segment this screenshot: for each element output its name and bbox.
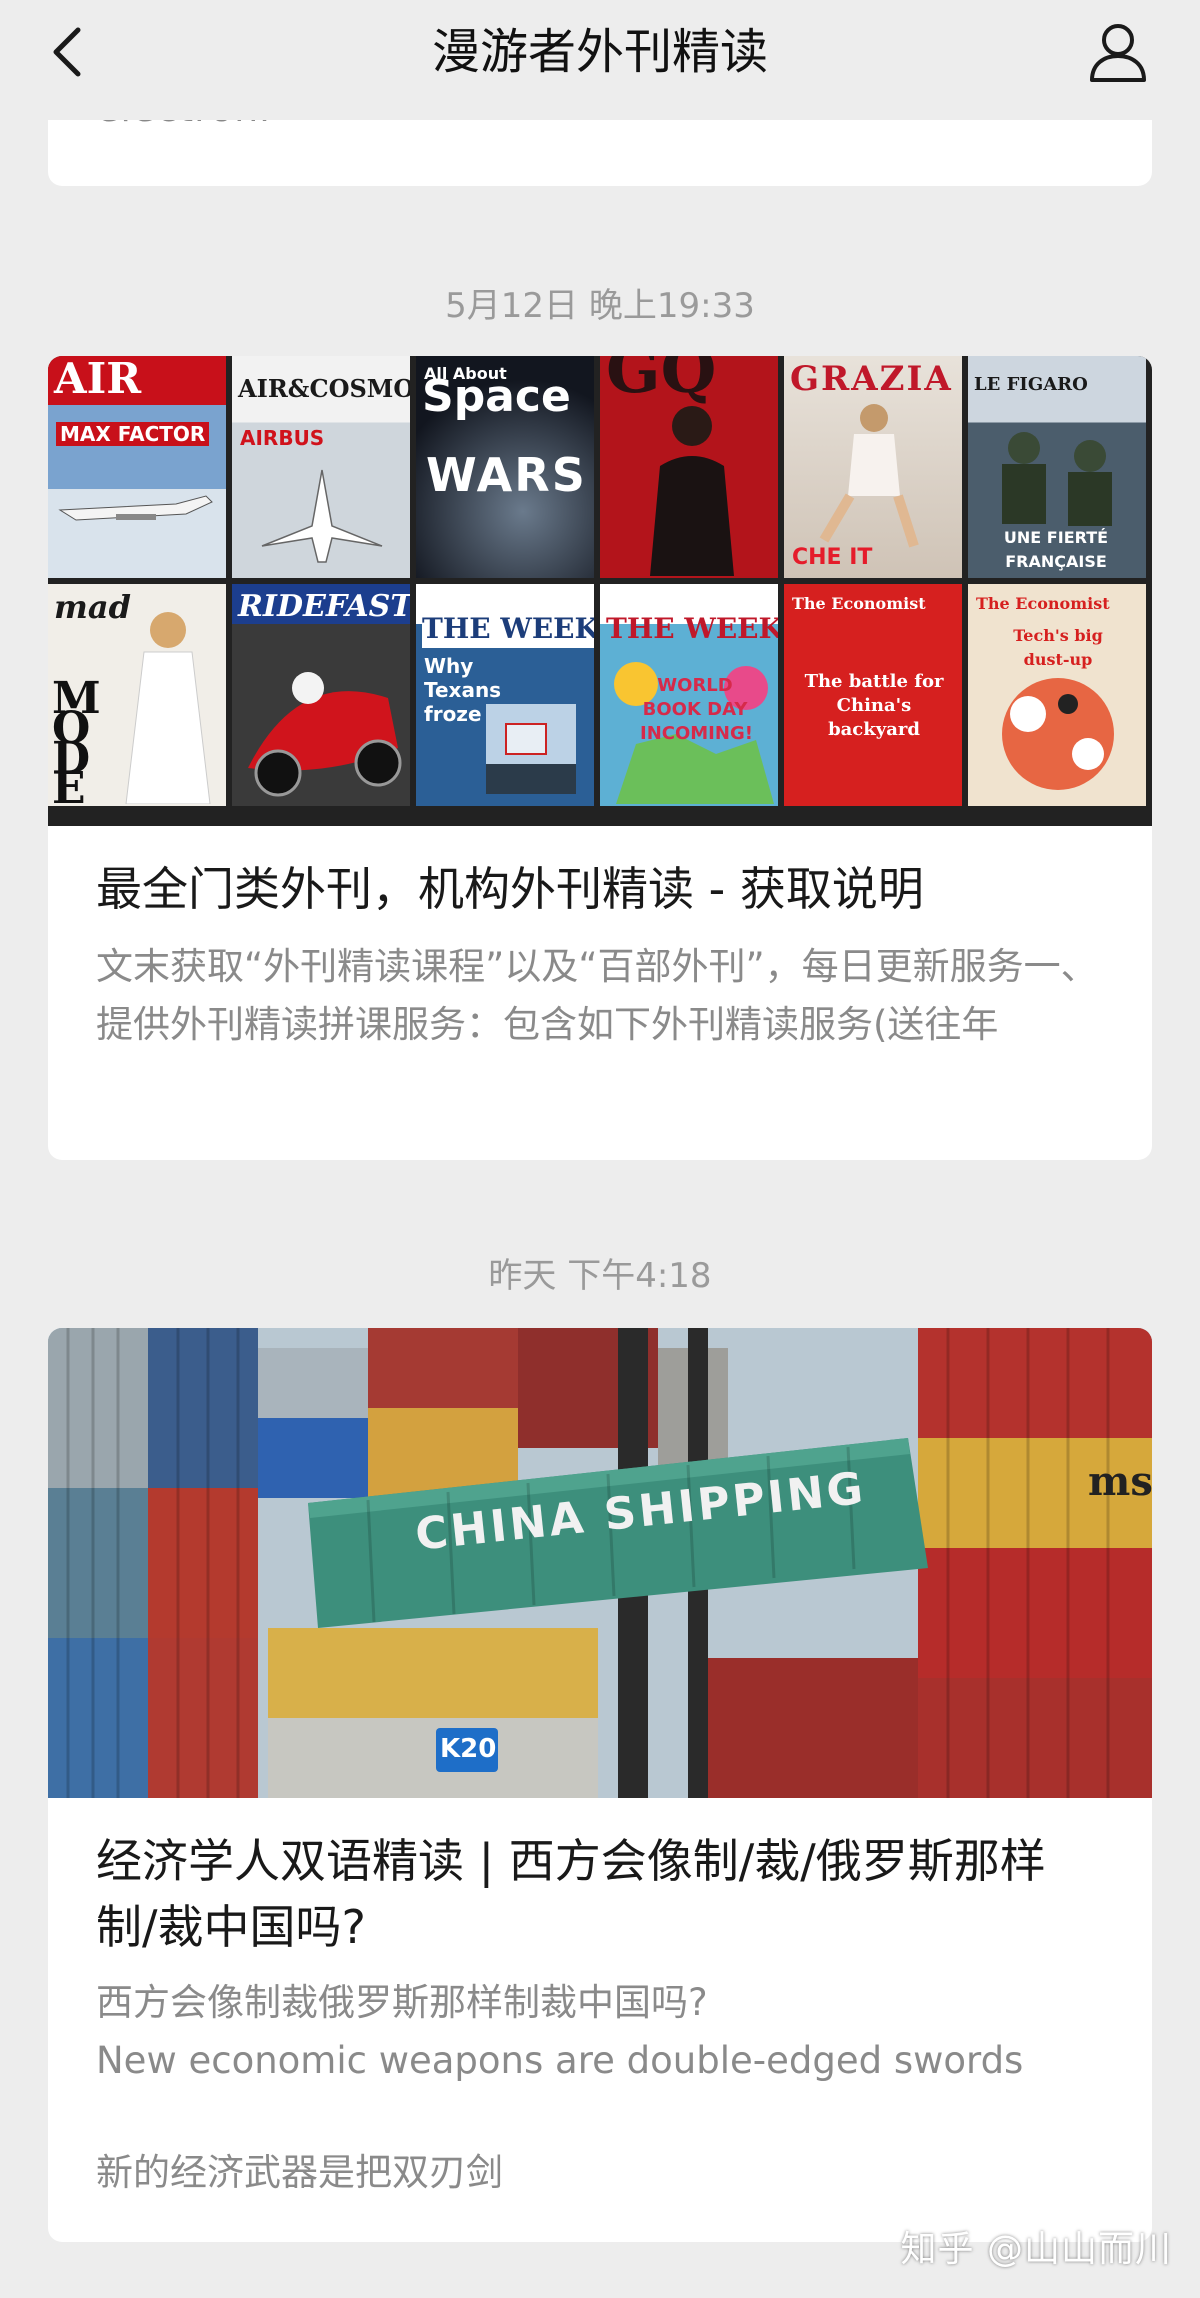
magazine-cover: AIR&COSMOS AIRBUS: [232, 356, 410, 578]
magazine-cover: THE WEEK Why Texans froze: [416, 584, 594, 806]
container-brand: msc: [1088, 1458, 1152, 1505]
article-description-line: 新的经济武器是把双刃剑: [96, 2151, 503, 2194]
magazine-cover: GRAZIA CHE IT: [784, 356, 962, 578]
magazine-cover: LE FIGARO UNE FIERTÉ FRANÇAISE: [968, 356, 1146, 578]
article-card[interactable]: CHINA SHIPPING K20 msc 经济学人双语精读 | 西方会像制/…: [48, 1328, 1152, 2242]
container-tag: K20: [440, 1734, 497, 1764]
article-list-page: 漫游者外刊精读 electroni 5月12日 晚上19:33 AIR MAX …: [0, 0, 1200, 2298]
article-description-line: 西方会像制裁俄罗斯那样制裁中国吗?: [96, 1981, 708, 2024]
magazine-cover: RIDEFAST: [232, 584, 410, 806]
magazine-cover: All About Space WARS: [416, 356, 594, 578]
magazine-cover: The Economist Tech's big dust-up: [968, 584, 1146, 806]
article-description: 文末获取“外刊精读课程”以及“百部外刊”，每日更新服务一、提供外刊精读拼课服务：…: [96, 945, 1098, 1046]
watermark: 知乎 @山山而川: [900, 2229, 1172, 2270]
article-title: 最全门类外刊，机构外刊精读 - 获取说明: [96, 862, 924, 916]
magazine-cover: AIR MAX FACTOR: [48, 356, 226, 578]
person-icon: [1090, 24, 1146, 82]
message-timestamp: 5月12日 晚上19:33: [445, 286, 755, 326]
magazine-cover: THE WEEK WORLD BOOK DAY INCOMING!: [600, 584, 778, 806]
magazine-cover: mad MODE: [48, 584, 226, 806]
page-title: 漫游者外刊精读: [431, 24, 768, 80]
article-cover-image: CHINA SHIPPING K20 msc: [48, 1328, 1152, 1798]
profile-button[interactable]: [1084, 18, 1152, 86]
message-timestamp: 昨天 下午4:18: [488, 1256, 712, 1296]
magazine-cover: The Economist The battle for China's bac…: [784, 584, 962, 806]
article-card[interactable]: AIR MAX FACTOR AIR&COSMOS AIRBUS All Abo…: [48, 356, 1152, 1160]
top-nav-bar: 漫游者外刊精读: [0, 0, 1200, 120]
magazine-cover: GQ: [600, 356, 778, 578]
article-cover-image: AIR MAX FACTOR AIR&COSMOS AIRBUS All Abo…: [48, 356, 1152, 826]
article-title: 经济学人双语精读 | 西方会像制/裁/俄罗斯那样制/裁中国吗?: [96, 1834, 1046, 1954]
article-description-line: New economic weapons are double-edged sw…: [96, 2039, 1024, 2082]
